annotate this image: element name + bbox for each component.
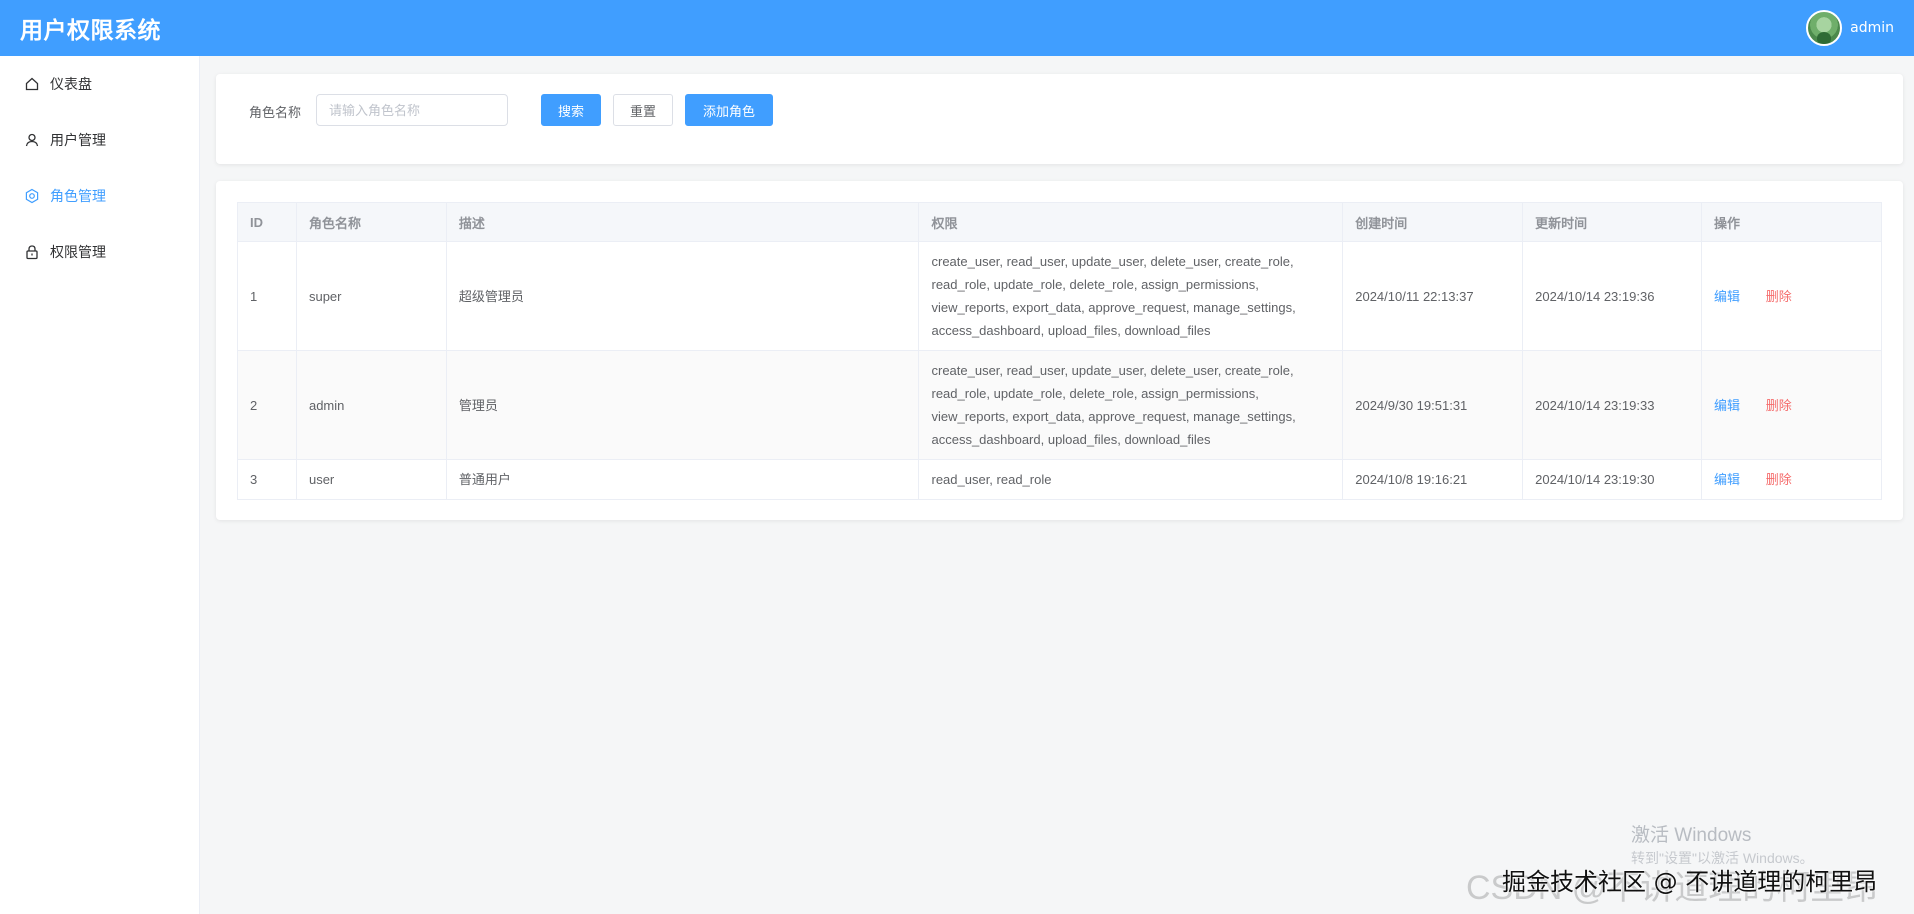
cell-created: 2024/10/11 22:13:37 xyxy=(1342,241,1524,351)
sidebar: 仪表盘 用户管理 角色管理 权限管理 xyxy=(0,56,200,914)
gear-icon xyxy=(25,188,39,204)
cell-id: 2 xyxy=(237,350,297,460)
user-icon xyxy=(25,133,39,147)
cell-updated: 2024/10/14 23:19:36 xyxy=(1522,241,1703,351)
column-header-description: 描述 xyxy=(445,202,920,242)
cell-name: admin xyxy=(295,350,447,460)
cell-permissions: create_user, read_user, update_user, del… xyxy=(918,350,1344,460)
edit-link[interactable]: 编辑 xyxy=(1714,398,1740,413)
cell-created: 2024/9/30 19:51:31 xyxy=(1342,350,1524,460)
edit-link[interactable]: 编辑 xyxy=(1714,289,1740,304)
cell-actions: 编辑 删除 xyxy=(1701,459,1882,500)
cell-description: 管理员 xyxy=(445,350,920,460)
column-header-id: ID xyxy=(237,202,297,242)
table-row: 3 user 普通用户 read_user, read_role 2024/10… xyxy=(237,459,1882,500)
column-header-name: 角色名称 xyxy=(295,202,447,242)
column-header-created: 创建时间 xyxy=(1342,202,1524,242)
sidebar-item-users[interactable]: 用户管理 xyxy=(0,112,199,168)
column-header-permissions: 权限 xyxy=(918,202,1344,242)
add-role-button[interactable]: 添加角色 xyxy=(685,94,773,126)
sidebar-item-permissions[interactable]: 权限管理 xyxy=(0,224,199,280)
cell-description: 普通用户 xyxy=(445,459,920,500)
search-panel: 角色名称 搜索 重置 添加角色 xyxy=(216,74,1903,164)
user-menu[interactable]: admin xyxy=(1806,10,1894,46)
role-name-label: 角色名称 xyxy=(249,106,302,121)
column-header-actions: 操作 xyxy=(1701,202,1882,242)
top-header: 用户权限系统 admin xyxy=(0,0,1914,56)
sidebar-item-label: 角色管理 xyxy=(50,189,106,205)
cell-id: 3 xyxy=(237,459,297,500)
cell-updated: 2024/10/14 23:19:33 xyxy=(1522,350,1703,460)
sidebar-item-label: 仪表盘 xyxy=(50,77,92,93)
lock-icon xyxy=(26,245,38,260)
role-name-search-input[interactable] xyxy=(316,94,508,126)
juejin-watermark: 掘金技术社区 @ 不讲道理的柯里昂 xyxy=(1502,868,1878,896)
roles-table: ID 角色名称 描述 权限 创建时间 更新时间 操作 1 super 超级管理员… xyxy=(237,202,1882,500)
table-row: 1 super 超级管理员 create_user, read_user, up… xyxy=(237,241,1882,351)
edit-link[interactable]: 编辑 xyxy=(1714,472,1740,487)
cell-permissions: create_user, read_user, update_user, del… xyxy=(918,241,1344,351)
reset-button[interactable]: 重置 xyxy=(613,94,673,126)
cell-id: 1 xyxy=(237,241,297,351)
table-row: 2 admin 管理员 create_user, read_user, upda… xyxy=(237,350,1882,460)
app-title: 用户权限系统 xyxy=(20,18,161,44)
cell-name: super xyxy=(295,241,447,351)
cell-actions: 编辑 删除 xyxy=(1701,241,1882,351)
table-header-row: ID 角色名称 描述 权限 创建时间 更新时间 操作 xyxy=(237,202,1882,242)
delete-link[interactable]: 删除 xyxy=(1766,472,1792,487)
cell-permissions: read_user, read_role xyxy=(918,459,1344,500)
delete-link[interactable]: 删除 xyxy=(1766,289,1792,304)
cell-created: 2024/10/8 19:16:21 xyxy=(1342,459,1524,500)
sidebar-item-label: 权限管理 xyxy=(50,245,106,261)
windows-activation-title: 激活 Windows xyxy=(1631,825,1752,846)
search-button[interactable]: 搜索 xyxy=(541,94,601,126)
column-header-updated: 更新时间 xyxy=(1522,202,1703,242)
sidebar-item-roles[interactable]: 角色管理 xyxy=(0,168,199,224)
avatar[interactable] xyxy=(1806,10,1843,46)
delete-link[interactable]: 删除 xyxy=(1766,398,1792,413)
cell-description: 超级管理员 xyxy=(445,241,920,351)
home-icon xyxy=(25,77,39,91)
cell-updated: 2024/10/14 23:19:30 xyxy=(1522,459,1703,500)
roles-table-panel: ID 角色名称 描述 权限 创建时间 更新时间 操作 1 super 超级管理员… xyxy=(216,181,1903,520)
cell-actions: 编辑 删除 xyxy=(1701,350,1882,460)
sidebar-item-dashboard[interactable]: 仪表盘 xyxy=(0,56,199,112)
username[interactable]: admin xyxy=(1850,20,1894,36)
cell-name: user xyxy=(295,459,447,500)
sidebar-item-label: 用户管理 xyxy=(50,133,106,149)
